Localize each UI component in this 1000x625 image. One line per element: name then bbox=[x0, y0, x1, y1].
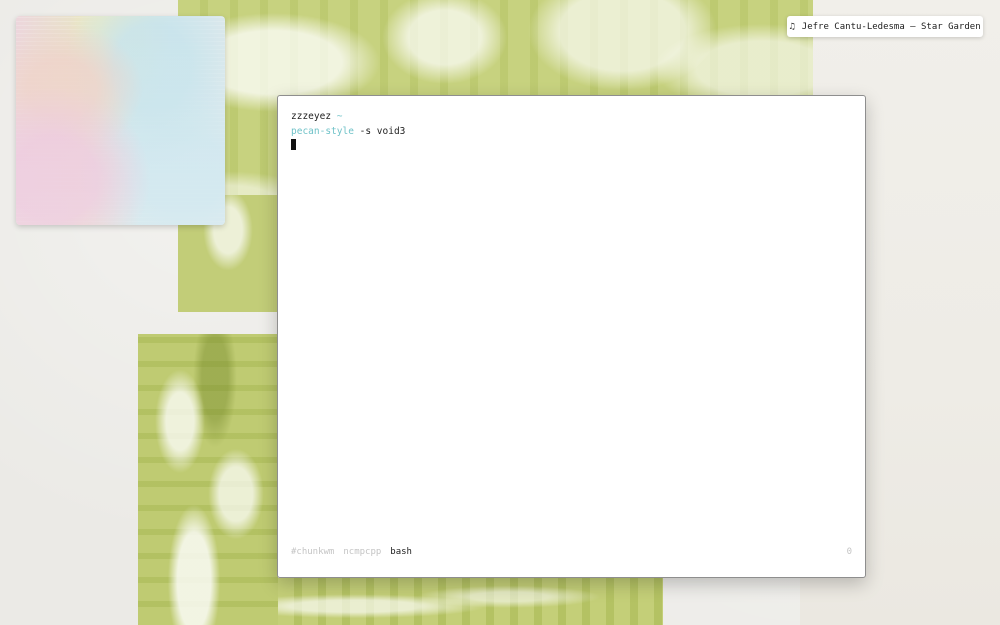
album-art bbox=[16, 16, 225, 225]
tmux-window-ncmpcpp[interactable]: ncmpcpp bbox=[343, 545, 381, 560]
text-cursor[interactable] bbox=[291, 139, 296, 150]
terminal-window[interactable]: zzzeyez ~ pecan-style -s void3 #chunkwm … bbox=[277, 95, 866, 578]
command-name: pecan-style bbox=[291, 125, 354, 137]
tmux-status-right: 0 bbox=[846, 546, 852, 557]
prompt-user: zzzeyez bbox=[291, 111, 332, 122]
command-args: -s void3 bbox=[353, 125, 406, 137]
wallpaper-print-bottom bbox=[138, 334, 278, 625]
input-line[interactable] bbox=[291, 139, 852, 154]
now-playing-track: Jefre Cantu-Ledesma – Star Garden bbox=[801, 21, 981, 32]
command-line: pecan-style -s void3 bbox=[291, 125, 852, 140]
wallpaper-print-strip bbox=[278, 578, 663, 625]
tmux-status-bar: #chunkwm ncmpcpp bash 0 bbox=[291, 545, 852, 560]
tmux-window-bash[interactable]: bash bbox=[390, 545, 412, 560]
prompt-cwd: ~ bbox=[336, 111, 343, 122]
music-note-icon: ♫ bbox=[789, 21, 795, 32]
now-playing-widget[interactable]: ♫ Jefre Cantu-Ledesma – Star Garden bbox=[787, 16, 983, 37]
terminal-output: zzzeyez ~ pecan-style -s void3 bbox=[291, 110, 852, 154]
tmux-window-chunkwm[interactable]: #chunkwm bbox=[291, 545, 334, 560]
prompt-line: zzzeyez ~ bbox=[291, 110, 852, 125]
